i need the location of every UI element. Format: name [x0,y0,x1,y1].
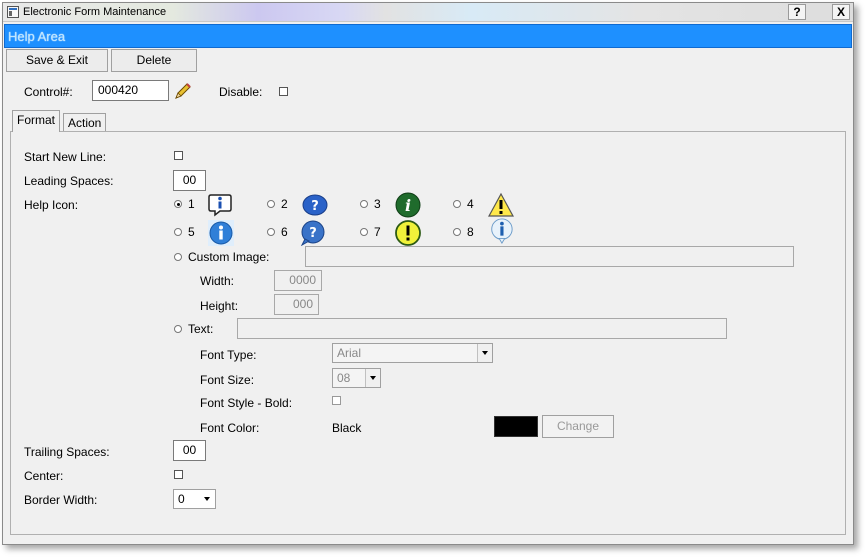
help-icon-radio-1[interactable] [174,200,182,208]
chevron-down-icon [365,369,380,387]
save-exit-button[interactable]: Save & Exit [6,49,108,72]
help-icon-radio-6[interactable] [267,228,275,236]
exclamation-circle-icon [395,220,421,246]
trailing-spaces-label: Trailing Spaces: [24,445,110,459]
svg-text:i: i [405,196,411,215]
border-width-value: 0 [178,492,185,506]
change-button[interactable]: Change [542,415,614,438]
svg-text:?: ? [311,199,319,214]
font-size-label: Font Size: [200,373,255,387]
font-color-value: Black [332,421,362,435]
border-width-select[interactable]: 0 [173,489,216,509]
font-type-value: Arial [337,346,362,360]
tab-format[interactable]: Format [12,110,61,132]
leading-spaces-label: Leading Spaces: [24,174,114,188]
blue-question-icon: ? [302,194,328,216]
font-color-swatch [494,416,538,437]
warning-triangle-icon [488,192,514,217]
help-icon-num-3: 3 [374,197,381,211]
help-icon-radio-8[interactable] [453,228,461,236]
help-button[interactable]: ? [788,4,806,20]
height-label: Height: [200,299,239,313]
help-icon-label: Help Icon: [24,198,79,212]
chevron-down-icon [477,344,492,362]
disable-label: Disable: [219,85,263,99]
custom-image-field[interactable] [305,246,794,267]
main-window: Electronic Form Maintenance ? X Help Are… [2,2,854,545]
help-icon-num-7: 7 [374,225,381,239]
font-color-label: Font Color: [200,421,260,435]
help-icon-num-5: 5 [188,225,195,239]
text-radio[interactable] [174,325,182,333]
help-icon-num-6: 6 [281,225,288,239]
border-width-label: Border Width: [24,493,98,507]
help-icon-radio-5[interactable] [174,228,182,236]
control-label: Control#: [24,85,73,99]
custom-image-radio[interactable] [174,253,182,261]
start-new-line-label: Start New Line: [24,150,107,164]
help-icon-radio-4[interactable] [453,200,461,208]
font-style-bold-checkbox[interactable] [332,396,341,405]
width-field[interactable]: 0000 [274,270,322,291]
help-icon-num-1: 1 [188,197,195,211]
center-label: Center: [24,469,64,483]
font-size-select[interactable]: 08 [332,368,381,388]
disable-checkbox[interactable] [279,87,288,96]
trailing-spaces-field[interactable]: 00 [173,440,206,461]
custom-image-label: Custom Image: [188,250,270,264]
delete-button[interactable]: Delete [111,49,197,72]
help-icon-radio-3[interactable] [360,200,368,208]
info-callout-icon [491,218,513,244]
help-area-bar: Help Area [4,24,852,48]
leading-spaces-field[interactable]: 00 [173,170,206,191]
font-type-label: Font Type: [200,348,257,362]
pencil-icon[interactable] [173,81,193,101]
window-title: Electronic Form Maintenance [23,6,167,18]
question-bubble-icon: ? [300,220,325,246]
text-field[interactable] [237,318,727,339]
center-checkbox[interactable] [174,470,183,479]
text-label: Text: [188,322,214,336]
title-bar: Electronic Form Maintenance ? X [3,3,853,22]
start-new-line-checkbox[interactable] [174,151,183,160]
font-style-bold-label: Font Style - Bold: [200,396,293,410]
help-area-text: Help Area [8,29,66,44]
width-label: Width: [200,274,235,288]
green-info-icon: i [395,192,421,218]
help-icon-num-2: 2 [281,197,288,211]
help-icon-radio-2[interactable] [267,200,275,208]
font-type-select[interactable]: Arial [332,343,493,363]
svg-text:?: ? [309,226,317,241]
height-field[interactable]: 000 [274,294,319,315]
help-icon-num-4: 4 [467,197,474,211]
control-number-field[interactable]: 000420 [92,80,169,101]
chevron-down-icon [200,490,215,508]
help-icon-num-8: 8 [467,225,474,239]
app-icon [7,6,19,18]
font-size-value: 08 [337,371,351,385]
close-button[interactable]: X [832,4,850,20]
blue-info-icon [208,220,234,246]
tab-action[interactable]: Action [63,113,107,132]
info-bubble-icon [208,194,232,217]
help-icon-radio-7[interactable] [360,228,368,236]
